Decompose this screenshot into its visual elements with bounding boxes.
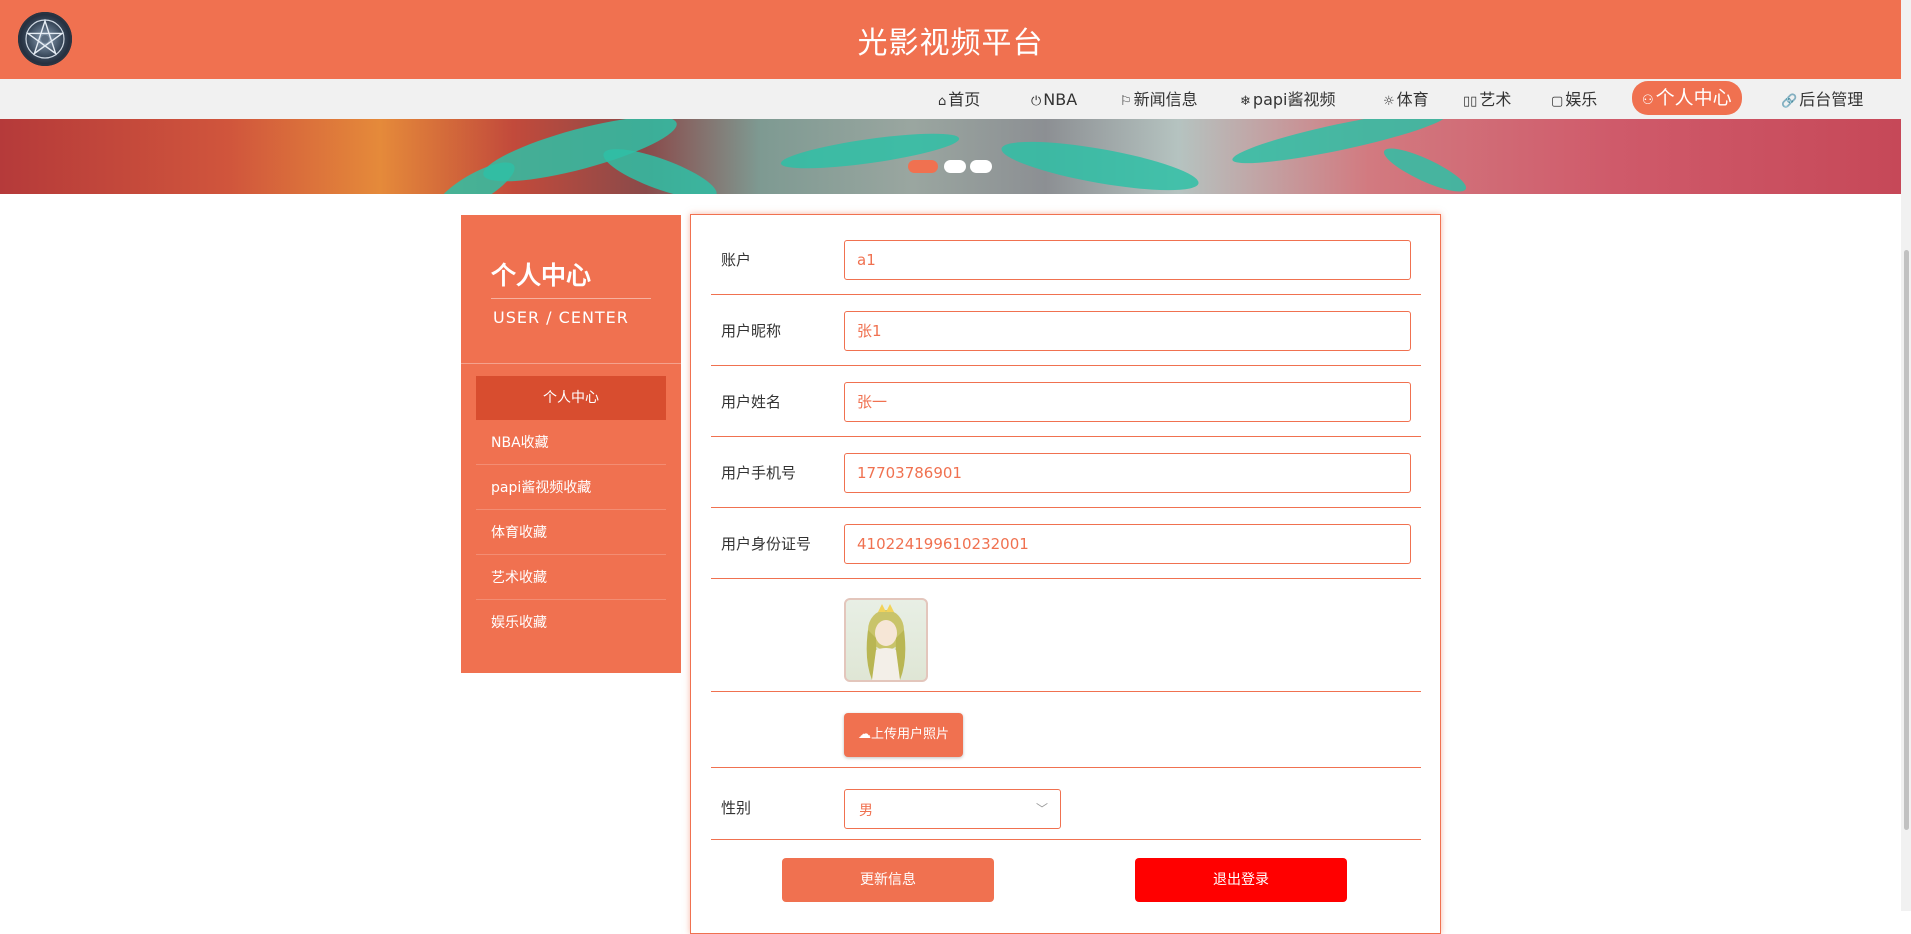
site-title: 光影视频平台 [857, 26, 1044, 61]
nav-item-papi[interactable]: ❄ papi酱视频 [1240, 85, 1335, 115]
nav-item-admin[interactable]: 🔗 后台管理 [1781, 85, 1863, 115]
carousel-dot[interactable] [944, 160, 966, 173]
form-row-account: 账户 a1 [711, 225, 1421, 295]
gender-select[interactable]: 男 ﹀ [844, 789, 1061, 829]
phone-label: 用户手机号 [721, 464, 797, 482]
upload-photo-label: 上传用户照片 [870, 727, 949, 742]
user-sidebar: 个人中心 USER / CENTER 个人中心 NBA收藏 papi酱视频收藏 … [461, 215, 681, 673]
user-icon: ⚇ [1642, 93, 1654, 108]
sidebar-item-entertainment-favorites[interactable]: 娱乐收藏 [476, 601, 666, 645]
link-icon: 🔗 [1781, 94, 1798, 109]
nickname-field[interactable]: 张1 [844, 311, 1411, 351]
nav-item-entertainment[interactable]: ▢ 娱乐 [1551, 85, 1597, 115]
nav-label: 艺术 [1479, 90, 1512, 109]
account-field[interactable]: a1 [844, 240, 1411, 280]
nav-label: 后台管理 [1799, 90, 1864, 109]
cloud-upload-icon: ☁ [857, 727, 871, 742]
chevron-down-icon: ﹀ [1035, 802, 1048, 816]
name-field[interactable]: 张一 [844, 382, 1411, 422]
nickname-label: 用户昵称 [721, 322, 782, 340]
nav-label: 体育 [1396, 90, 1429, 109]
form-row-name: 用户姓名 张一 [711, 367, 1421, 437]
snowflake-icon: ❄ [1240, 94, 1251, 109]
account-label: 账户 [721, 251, 752, 269]
name-label: 用户姓名 [721, 393, 782, 411]
sidebar-subtitle: USER / CENTER [493, 308, 629, 327]
gender-select-value: 男 [859, 803, 873, 819]
sidebar-item-user-center[interactable]: 个人中心 [476, 376, 666, 420]
phone-field[interactable]: 17703786901 [844, 453, 1411, 493]
update-info-button[interactable]: 更新信息 [782, 858, 994, 902]
nav-label: 首页 [948, 90, 981, 109]
page-scrollbar-thumb[interactable] [1904, 250, 1909, 830]
nav-label: NBA [1043, 90, 1078, 109]
form-row-gender: 性别 男 ﹀ [711, 769, 1421, 840]
nav-label: 娱乐 [1565, 90, 1598, 109]
power-icon: ⏻ [1031, 94, 1042, 109]
avatar [844, 598, 928, 682]
sun-icon: ☼ [1383, 94, 1395, 109]
banner-carousel[interactable] [0, 119, 1901, 194]
form-row-phone: 用户手机号 17703786901 [711, 438, 1421, 508]
header-bar: 光影视频平台 [0, 0, 1901, 79]
nav-label: papi酱视频 [1252, 90, 1336, 109]
sidebar-item-sports-favorites[interactable]: 体育收藏 [476, 511, 666, 555]
sidebar-item-nba-favorites[interactable]: NBA收藏 [476, 421, 666, 465]
sidebar-item-art-favorites[interactable]: 艺术收藏 [476, 556, 666, 600]
sidebar-divider [491, 298, 651, 299]
main-nav: ⌂ 首页 ⏻ NBA ⚐ 新闻信息 ❄ papi酱视频 ☼ 体育 ▯▯ 艺术 ▢ 娱乐 ⚇ 个人… [0, 79, 1901, 119]
form-row-upload: ☁上传用户照片 [711, 693, 1421, 768]
form-row-id-card: 用户身份证号 410224199610232001 [711, 509, 1421, 579]
upload-photo-button[interactable]: ☁上传用户照片 [844, 713, 963, 757]
carousel-dot-active[interactable] [908, 160, 938, 173]
nav-item-news[interactable]: ⚐ 新闻信息 [1120, 85, 1198, 115]
flag-icon: ⚐ [1120, 94, 1132, 109]
home-icon: ⌂ [938, 94, 947, 109]
nav-label: 个人中心 [1655, 87, 1732, 109]
note-icon: ▢ [1551, 94, 1564, 109]
nav-item-nba[interactable]: ⏻ NBA [1031, 85, 1077, 115]
form-row-nickname: 用户昵称 张1 [711, 296, 1421, 366]
nav-label: 新闻信息 [1133, 90, 1198, 109]
profile-form-panel: 账户 a1 用户昵称 张1 用户姓名 张一 用户手机号 17703786901 … [690, 214, 1441, 934]
id-card-field[interactable]: 410224199610232001 [844, 524, 1411, 564]
logout-button[interactable]: 退出登录 [1135, 858, 1347, 902]
sidebar-item-papi-favorites[interactable]: papi酱视频收藏 [476, 466, 666, 510]
book-icon: ▯▯ [1463, 94, 1478, 109]
form-row-avatar [711, 580, 1421, 692]
nav-item-home[interactable]: ⌂ 首页 [938, 85, 980, 115]
nav-item-sports[interactable]: ☼ 体育 [1383, 85, 1429, 115]
sidebar-separator [461, 363, 681, 364]
id-card-label: 用户身份证号 [721, 535, 812, 553]
gender-label: 性别 [721, 799, 752, 817]
carousel-dot[interactable] [970, 160, 992, 173]
nav-item-user-center[interactable]: ⚇ 个人中心 [1632, 81, 1742, 115]
nav-item-art[interactable]: ▯▯ 艺术 [1463, 85, 1511, 115]
sidebar-title: 个人中心 [491, 261, 592, 290]
